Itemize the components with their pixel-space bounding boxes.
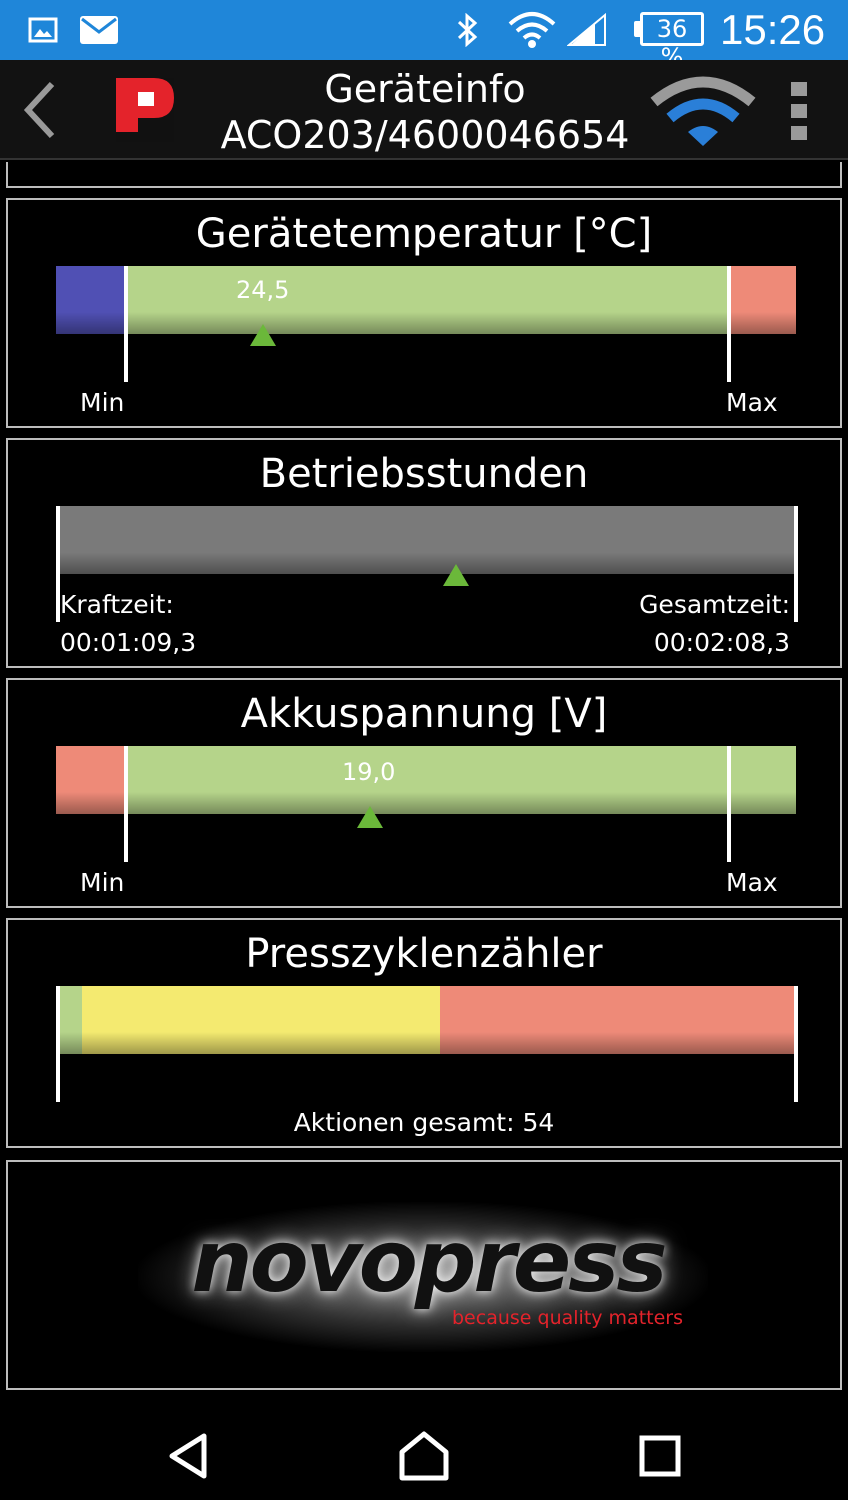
image-icon [26,0,60,60]
operating-hours-end-line [794,506,798,622]
back-button[interactable] [14,78,72,142]
battery-voltage-title: Akkuspannung [V] [240,691,608,737]
nav-recents-button[interactable] [630,1428,690,1484]
temperature-bar [56,266,796,334]
force-time-label: Kraftzeit: [60,590,174,619]
force-time-value: 00:01:09,3 [60,628,197,657]
bluetooth-icon [454,0,482,60]
signal-icon [566,0,608,60]
battery-voltage-normal-zone [126,746,796,814]
temperature-high-zone [730,266,796,334]
battery-voltage-max-label: Max [726,868,778,897]
temperature-min-line [124,266,128,382]
battery-voltage-bar [56,746,796,814]
status-clock: 15:26 [720,6,826,53]
back-icon [23,81,55,139]
wifi-connection-icon [650,76,756,146]
app-header: Geräteinfo ACO203/4600046654 [0,60,848,160]
press-cycles-total: Aktionen gesamt: 54 [293,1108,555,1137]
battery-voltage-min-line [124,746,128,862]
page-title: Geräteinfo [324,67,526,111]
operating-hours-card: Betriebsstunden Kraftzeit: 00:01:09,3 Ge… [6,438,842,668]
temperature-max-label: Max [726,388,778,417]
press-cycles-yellow-zone [82,986,440,1054]
temperature-marker [250,324,276,346]
status-bar: 36 % 15:26 [0,0,848,71]
brand-logo: novopress [191,1212,667,1312]
device-id: ACO203/4600046654 [220,113,630,157]
home-icon [399,1431,449,1481]
recents-icon [639,1435,681,1477]
press-cycles-title: Presszyklenzähler [245,931,603,977]
temperature-max-line [727,266,731,382]
mail-icon [78,0,120,60]
temperature-min-label: Min [80,388,125,417]
battery-voltage-min-label: Min [80,868,125,897]
operating-hours-bar [56,506,796,574]
wifi-connection-button[interactable] [648,76,758,150]
battery-voltage-low-zone [56,746,126,814]
temperature-value: 24,5 [236,276,290,304]
battery-percentage: 36 % [640,12,704,71]
nav-back-button[interactable] [160,1428,220,1484]
previous-card-edge [6,162,842,188]
navigation-bar [0,1410,848,1500]
press-cycles-end-line [794,986,798,1102]
press-cycles-red-zone [440,986,796,1054]
operating-hours-fill [56,506,796,574]
overflow-menu-icon [791,82,807,140]
press-cycles-bar [56,986,796,1054]
brand-tagline: because quality matters [452,1307,683,1329]
battery-voltage-marker [357,806,383,828]
temperature-card: Gerätetemperatur [°C] 24,5 Min Max [6,198,842,428]
battery-voltage-value: 19,0 [342,758,396,786]
battery-voltage-max-line [727,746,731,862]
overflow-menu-button[interactable] [784,78,814,144]
press-cycles-card: Presszyklenzähler Aktionen gesamt: 54 [6,918,842,1148]
total-time-label: Gesamtzeit: [639,590,790,619]
brand-card: novopress because quality matters [6,1160,842,1390]
temperature-title: Gerätetemperatur [°C] [195,211,653,257]
operating-hours-title: Betriebsstunden [259,451,589,497]
temperature-normal-zone [126,266,730,334]
nav-home-button[interactable] [394,1428,454,1484]
battery-voltage-card: Akkuspannung [V] 19,0 Min Max [6,678,842,908]
wifi-icon [506,0,558,60]
back-triangle-icon [169,1433,207,1479]
temperature-low-zone [56,266,126,334]
app-logo [110,74,180,146]
operating-hours-marker [443,564,469,586]
press-cycles-start-line [56,986,60,1102]
total-time-value: 00:02:08,3 [653,628,790,657]
